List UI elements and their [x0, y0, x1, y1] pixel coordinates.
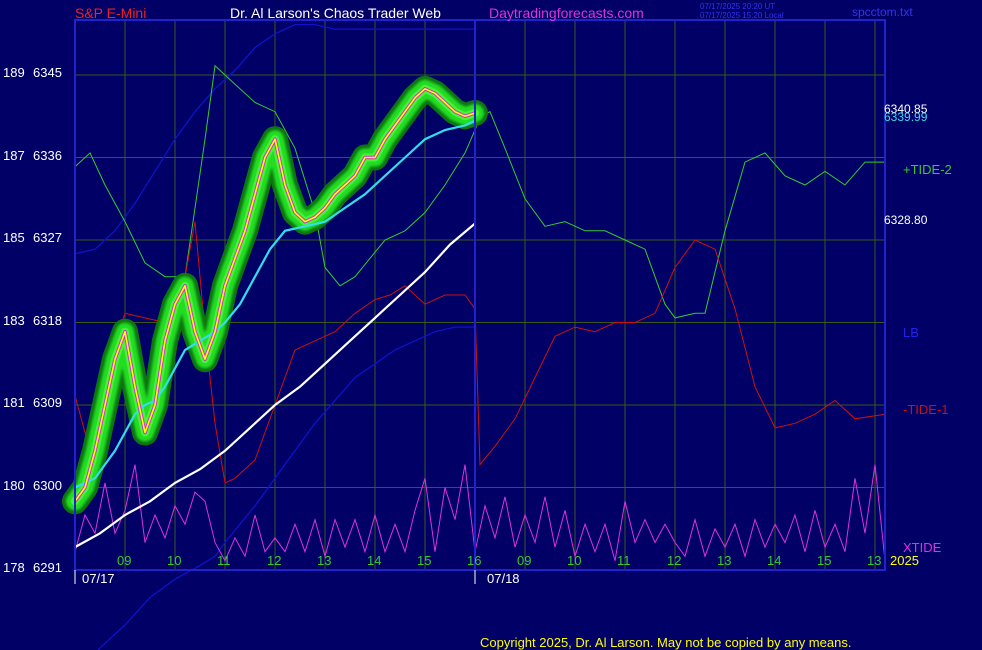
y-tick-label-left: 181: [3, 395, 25, 410]
y-tick-label-left: 185: [3, 230, 25, 245]
x-tick-label: 12: [667, 553, 682, 568]
date-label: 07/18: [487, 571, 520, 586]
x-tick-label: 16: [467, 553, 482, 568]
x-tick-label: 11: [217, 553, 231, 568]
x-tick-label: 09: [117, 553, 132, 568]
y-tick-label-price: 6291: [33, 560, 62, 575]
y-tick-label-left: 180: [3, 477, 25, 493]
y-tick-label-left: 187: [3, 147, 25, 163]
x-tick-label: 15: [417, 553, 432, 568]
date-label: 07/17: [82, 571, 115, 586]
x-tick-label: 11: [617, 553, 631, 568]
x-tick-label: 14: [367, 553, 382, 568]
site-link[interactable]: Daytradingforecasts.com: [489, 5, 644, 21]
y-tick-label-price: 6336: [33, 147, 62, 163]
time-ut: 07/17/2025 20:20 UT: [700, 2, 776, 11]
time-local: 07/17/2025 15:20 Local: [700, 11, 784, 20]
y-tick-label-left: 183: [3, 312, 25, 328]
value-label: 6328.80: [884, 212, 928, 227]
y-tick-label-price: 6300: [33, 477, 62, 493]
xtide-line: [74, 464, 886, 562]
x-tick-label: 15: [817, 553, 832, 568]
year-label: 2025: [890, 553, 919, 568]
x-tick-label: 13: [867, 553, 882, 568]
x-tick-label: 12: [267, 553, 282, 568]
chart-canvas: [62, 19, 886, 650]
y-tick-label-price: 6318: [33, 312, 62, 328]
series-label: +TIDE-2: [903, 162, 952, 177]
y-tick-label-left: 178: [3, 560, 25, 575]
y-tick-label-price: 6345: [33, 65, 62, 80]
file-name: spcctom.txt: [852, 5, 913, 19]
copyright: Copyright 2025, Dr. Al Larson. May not b…: [480, 635, 852, 650]
x-tick-label: 09: [517, 553, 532, 568]
symbol-title: S&P E-Mini: [75, 5, 147, 21]
x-tick-label: 13: [717, 553, 732, 568]
author-title: Dr. Al Larson's Chaos Trader Web: [230, 5, 441, 21]
x-tick-label: 14: [767, 553, 782, 568]
series-label: -TIDE-1: [903, 402, 949, 417]
x-tick-label: 10: [167, 553, 182, 568]
y-tick-label-price: 6327: [33, 230, 62, 245]
x-tick-label: 10: [567, 553, 582, 568]
value-label: 6339.99: [884, 109, 928, 124]
x-tick-label: 13: [317, 553, 332, 568]
y-tick-label-price: 6309: [33, 395, 62, 410]
y-tick-label-left: 189: [3, 65, 25, 80]
series-label: LB: [903, 325, 919, 340]
